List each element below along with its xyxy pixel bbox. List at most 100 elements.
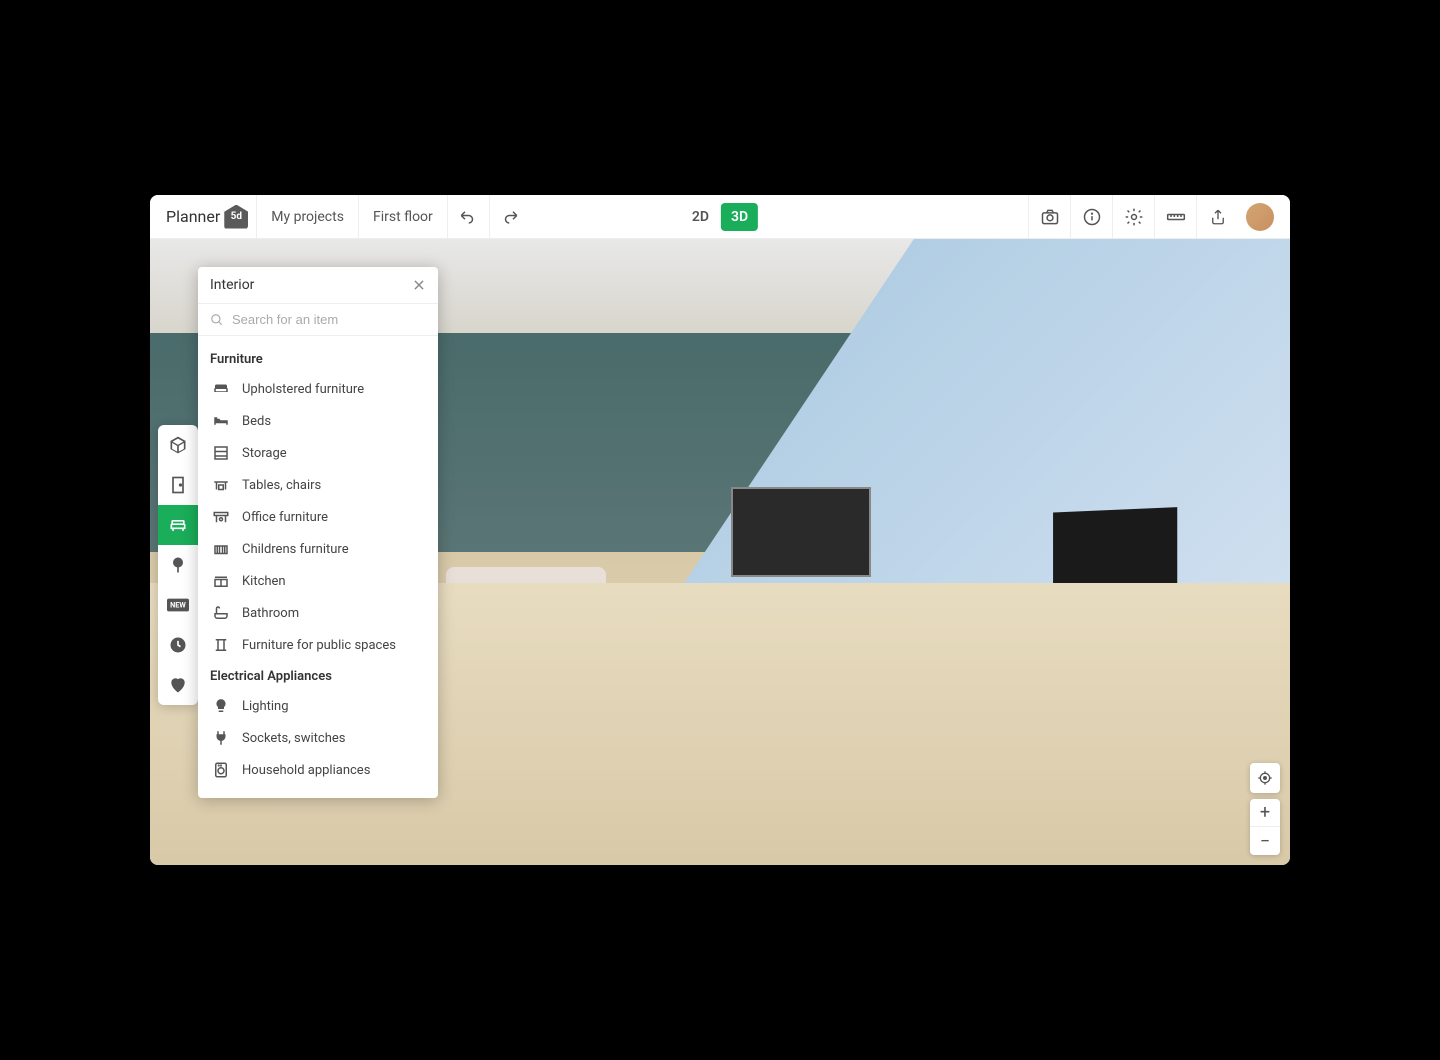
sidebar-3d-objects[interactable]	[158, 425, 198, 465]
locate-button[interactable]	[1250, 763, 1280, 793]
logo-badge-icon: 5d	[224, 205, 248, 229]
zoom-out-button[interactable]: −	[1250, 827, 1280, 855]
tv-shape	[1053, 507, 1177, 593]
floor-selector[interactable]: First floor	[358, 195, 447, 239]
share-icon	[1209, 207, 1227, 227]
info-button[interactable]	[1070, 195, 1112, 239]
zoom-in-button[interactable]: +	[1250, 799, 1280, 827]
item-label: Bathroom	[242, 606, 299, 621]
toolbar: Planner 5d My projects First floor 2D 3D	[150, 195, 1290, 239]
cube-icon	[168, 435, 188, 455]
item-childrens[interactable]: Childrens furniture	[198, 533, 438, 565]
interior-panel: Interior Furniture Upholstered furniture…	[198, 267, 438, 798]
item-label: Tables, chairs	[242, 478, 321, 493]
logo[interactable]: Planner 5d	[158, 205, 256, 229]
furniture-icon	[168, 515, 188, 535]
table-icon	[212, 476, 230, 494]
app-window: Planner 5d My projects First floor 2D 3D	[150, 195, 1290, 865]
gear-icon	[1124, 207, 1144, 227]
rug-shape	[434, 685, 924, 767]
item-bathroom[interactable]: Bathroom	[198, 597, 438, 629]
item-label: Furniture for public spaces	[242, 638, 396, 653]
search-icon	[210, 313, 224, 327]
item-label: Childrens furniture	[242, 542, 349, 557]
new-badge-icon: NEW	[167, 598, 189, 612]
view-toggle: 2D 3D	[682, 203, 758, 231]
close-icon	[412, 278, 426, 292]
bottom-controls: + −	[1250, 763, 1280, 855]
item-beds[interactable]: Beds	[198, 405, 438, 437]
item-appliances[interactable]: Household appliances	[198, 754, 438, 786]
sofa-shape	[446, 567, 606, 627]
crib-icon	[212, 540, 230, 558]
item-storage[interactable]: Storage	[198, 437, 438, 469]
locate-icon	[1257, 770, 1273, 786]
cabinet-shape	[731, 487, 871, 577]
appliance-icon	[212, 761, 230, 779]
undo-button[interactable]	[447, 195, 489, 239]
item-upholstered[interactable]: Upholstered furniture	[198, 373, 438, 405]
view-2d-button[interactable]: 2D	[682, 203, 719, 231]
bulb-icon	[212, 697, 230, 715]
sidebar-recent[interactable]	[158, 625, 198, 665]
view-3d-button[interactable]: 3D	[721, 203, 758, 231]
logo-text: Planner	[166, 207, 220, 226]
item-label: Beds	[242, 414, 271, 429]
kitchen-icon	[212, 572, 230, 590]
item-label: Lighting	[242, 699, 289, 714]
share-button[interactable]	[1196, 195, 1238, 239]
panel-header: Interior	[198, 267, 438, 304]
toolbar-right	[1028, 195, 1282, 239]
ottoman-shape	[766, 640, 856, 690]
search-input[interactable]	[232, 312, 426, 327]
item-public[interactable]: Furniture for public spaces	[198, 629, 438, 661]
section-title-electrical: Electrical Appliances	[198, 661, 438, 690]
pedestal-icon	[212, 636, 230, 654]
undo-icon	[459, 208, 477, 226]
bed-icon	[212, 412, 230, 430]
item-office[interactable]: Office furniture	[198, 501, 438, 533]
clock-icon	[168, 635, 188, 655]
item-label: Sockets, switches	[242, 731, 346, 746]
svg-text:NEW: NEW	[170, 601, 186, 610]
item-kitchen[interactable]: Kitchen	[198, 565, 438, 597]
left-sidebar: NEW	[158, 425, 198, 705]
item-label: Upholstered furniture	[242, 382, 364, 397]
bath-icon	[212, 604, 230, 622]
sofa-icon	[212, 380, 230, 398]
heart-icon	[168, 675, 188, 695]
sidebar-interior[interactable]	[158, 505, 198, 545]
sidebar-favorites[interactable]	[158, 665, 198, 705]
item-label: Household appliances	[242, 763, 370, 778]
section-title-furniture: Furniture	[198, 344, 438, 373]
panel-search	[198, 304, 438, 336]
measure-button[interactable]	[1154, 195, 1196, 239]
avatar[interactable]	[1246, 203, 1274, 231]
sidebar-rooms[interactable]	[158, 465, 198, 505]
panel-title: Interior	[210, 277, 254, 293]
zoom-group: + −	[1250, 799, 1280, 855]
door-icon	[168, 475, 188, 495]
my-projects-button[interactable]: My projects	[256, 195, 358, 239]
camera-icon	[1040, 207, 1060, 227]
item-sockets[interactable]: Sockets, switches	[198, 722, 438, 754]
item-label: Office furniture	[242, 510, 328, 525]
redo-button[interactable]	[489, 195, 531, 239]
panel-close-button[interactable]	[412, 278, 426, 292]
snapshot-button[interactable]	[1028, 195, 1070, 239]
tree-icon	[168, 555, 188, 575]
sidebar-exterior[interactable]	[158, 545, 198, 585]
desk-icon	[212, 508, 230, 526]
plug-icon	[212, 729, 230, 747]
sidebar-new[interactable]: NEW	[158, 585, 198, 625]
shelf-icon	[212, 444, 230, 462]
item-label: Storage	[242, 446, 287, 461]
item-label: Kitchen	[242, 574, 286, 589]
redo-icon	[501, 208, 519, 226]
settings-button[interactable]	[1112, 195, 1154, 239]
info-icon	[1082, 207, 1102, 227]
ruler-icon	[1165, 207, 1187, 227]
item-lighting[interactable]: Lighting	[198, 690, 438, 722]
item-tables[interactable]: Tables, chairs	[198, 469, 438, 501]
panel-body: Furniture Upholstered furniture Beds Sto…	[198, 336, 438, 798]
